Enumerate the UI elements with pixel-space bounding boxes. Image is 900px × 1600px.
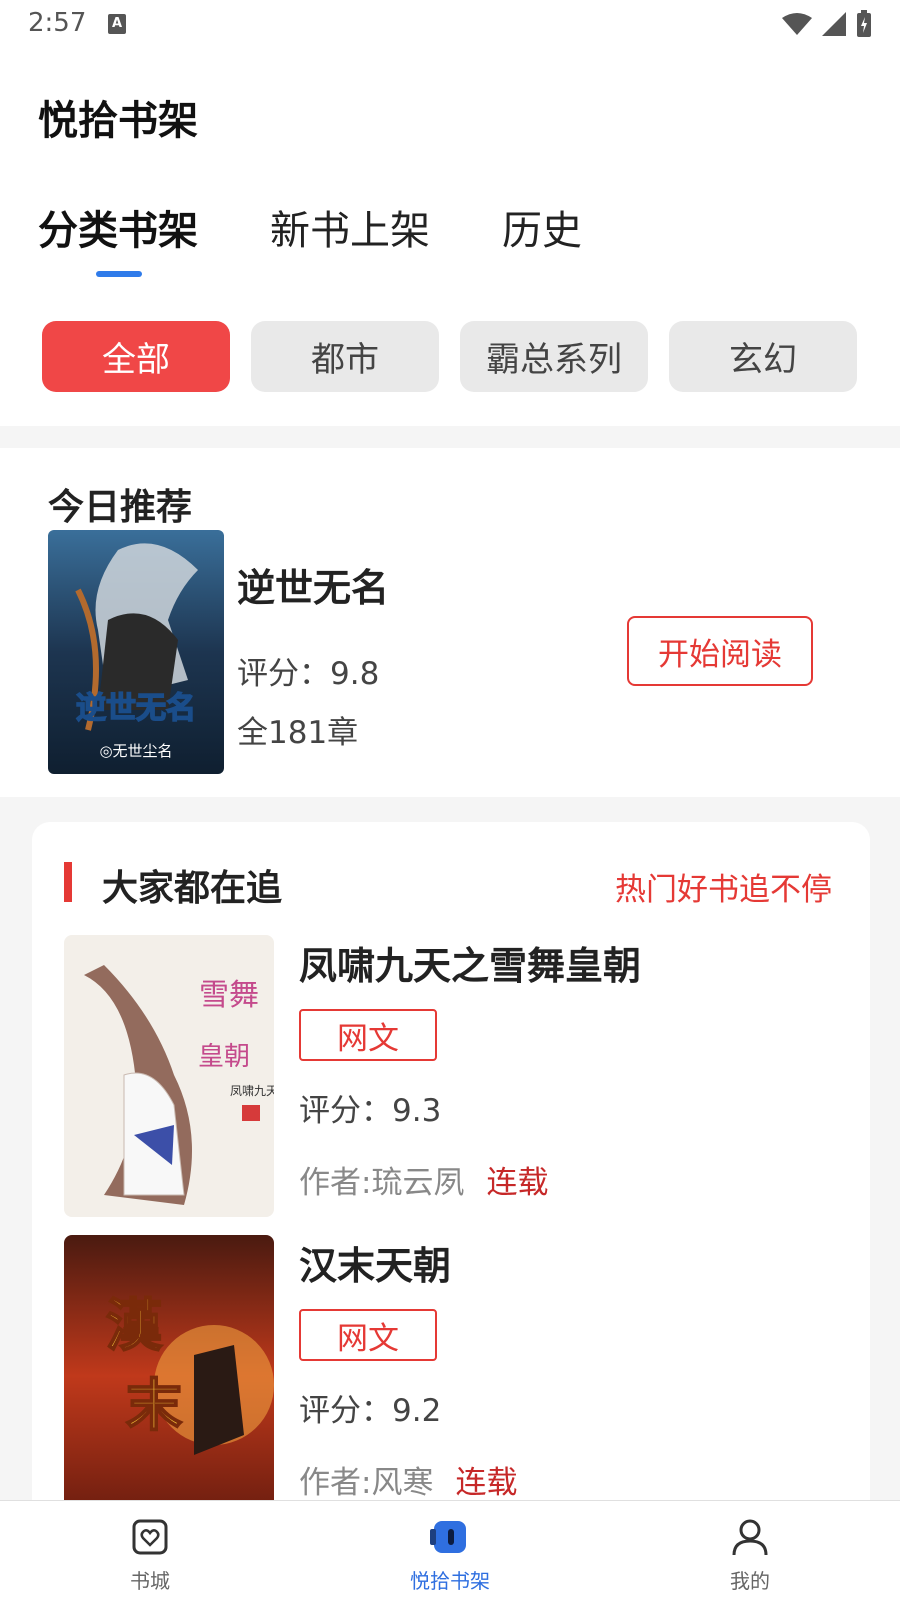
status-bar: 2:57 A [0, 0, 900, 50]
bottom-nav: 书城 悦拾书架 我的 [0, 1500, 900, 1600]
book-item[interactable]: 漢 末 汉末天朝 网文 评分：9.2 作者:风寒 连载 [64, 1235, 854, 1500]
signal-icon [822, 12, 846, 36]
book-status: 连载 [455, 1465, 518, 1500]
book-score: 评分：9.2 [299, 1393, 442, 1429]
book-meta: 作者:琉云夙 连载 [299, 1157, 548, 1202]
nav-bookshelf[interactable]: 悦拾书架 [300, 1501, 600, 1600]
recommend-section-title: 今日推荐 [48, 487, 193, 528]
book-title[interactable]: 凤啸九天之雪舞皇朝 [299, 935, 641, 990]
nav-profile[interactable]: 我的 [600, 1501, 900, 1600]
profile-icon [732, 1519, 768, 1556]
recommend-book-cover[interactable]: 逆世无名 ◎无世尘名 [48, 530, 224, 774]
book-item[interactable]: 雪舞 皇朝 凤啸九天 凤啸九天之雪舞皇朝 网文 评分：9.3 作者:琉云夙 连载 [64, 935, 854, 1220]
tab-bar: 分类书架 新书上架 历史 [38, 198, 654, 256]
popular-section-title: 大家都在追 [102, 868, 283, 909]
cover-title-text-2: 末 [126, 1373, 182, 1439]
recommend-book-chapters: 全181章 [237, 715, 359, 751]
book-meta: 作者:风寒 连载 [299, 1457, 517, 1500]
book-cover[interactable]: 雪舞 皇朝 凤啸九天 [64, 935, 274, 1217]
status-icons [782, 10, 872, 38]
book-score: 评分：9.3 [299, 1093, 442, 1129]
section-divider [0, 426, 900, 448]
cover-image: 漢 末 [64, 1235, 274, 1500]
cover-title-text: 漢 [106, 1293, 163, 1359]
bookshelf-icon [430, 1521, 466, 1553]
book-genre-tag: 网文 [299, 1009, 437, 1061]
recommend-book-score: 评分：9.8 [237, 656, 380, 692]
tab-category-shelf[interactable]: 分类书架 [38, 198, 198, 256]
nav-bookstore-label: 书城 [130, 1569, 170, 1593]
chip-fantasy[interactable]: 玄幻 [669, 321, 857, 392]
cover-sub-text: 凤啸九天 [230, 1084, 274, 1098]
battery-icon [857, 10, 871, 37]
book-genre-tag: 网文 [299, 1309, 437, 1361]
cover-title-text: 雪舞 [199, 978, 259, 1013]
tab-history[interactable]: 历史 [502, 198, 582, 256]
chip-urban[interactable]: 都市 [251, 321, 439, 392]
wifi-icon [782, 13, 812, 35]
cover-author-text: ◎无世尘名 [99, 742, 172, 760]
section-marker [64, 862, 72, 902]
category-chips: 全部 都市 霸总系列 玄幻 [42, 321, 857, 392]
cover-image: 逆世无名 ◎无世尘名 [48, 530, 224, 774]
page-title: 悦拾书架 [38, 98, 198, 144]
status-time: 2:57 [28, 8, 87, 38]
cover-image: 雪舞 皇朝 凤啸九天 [64, 935, 274, 1217]
tab-new-books[interactable]: 新书上架 [270, 198, 430, 256]
bookstore-icon [132, 1519, 168, 1555]
book-author: 作者:琉云夙 [299, 1165, 465, 1201]
book-author: 作者:风寒 [299, 1465, 434, 1500]
book-status: 连载 [486, 1165, 549, 1201]
tab-indicator [96, 271, 142, 277]
recommend-book-title[interactable]: 逆世无名 [237, 557, 389, 612]
cover-title-text-2: 皇朝 [198, 1042, 250, 1072]
notification-icon: A [108, 14, 126, 34]
book-cover[interactable]: 漢 末 [64, 1235, 274, 1500]
popular-section-subtitle[interactable]: 热门好书追不停 [615, 864, 832, 909]
start-reading-button[interactable]: 开始阅读 [627, 616, 813, 686]
book-title[interactable]: 汉末天朝 [299, 1235, 451, 1290]
nav-bookstore[interactable]: 书城 [0, 1501, 300, 1600]
nav-profile-label: 我的 [730, 1569, 770, 1593]
chip-ceo-series[interactable]: 霸总系列 [460, 321, 648, 392]
chip-all[interactable]: 全部 [42, 321, 230, 392]
cover-title-text: 逆世无名 [76, 691, 196, 726]
nav-bookshelf-label: 悦拾书架 [410, 1569, 490, 1593]
